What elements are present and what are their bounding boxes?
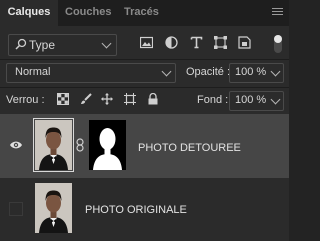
fill-input[interactable]: 100 % — [229, 91, 284, 111]
chevron-down-icon — [161, 66, 172, 77]
chevron-down-icon — [101, 38, 112, 49]
filter-toggle-switch[interactable] — [274, 35, 282, 53]
image-filter-icon[interactable] — [140, 36, 153, 49]
shape-filter-icon[interactable] — [214, 36, 227, 49]
smart-object-filter-icon[interactable] — [238, 36, 251, 49]
layer-row-photo-originale[interactable]: PHOTO ORIGINALE — [0, 178, 289, 241]
layer-name[interactable]: PHOTO ORIGINALE — [85, 204, 187, 216]
layer-row-photo-detouree[interactable]: PHOTO DETOUREE — [0, 114, 289, 178]
tab-couches[interactable]: Couches — [65, 0, 111, 26]
opacity-value: 100 % — [235, 66, 267, 78]
layer-filter-kind-select[interactable]: Type — [8, 34, 117, 56]
adjustment-filter-icon[interactable] — [165, 36, 178, 49]
panel-tab-bar: Calques Couches Tracés — [0, 0, 289, 26]
portrait-image — [35, 183, 72, 233]
lock-image-pixels-icon[interactable] — [80, 93, 92, 105]
fill-value: 100 % — [235, 94, 267, 106]
layer-mask-thumbnail[interactable] — [89, 120, 126, 170]
visibility-toggle-off[interactable] — [9, 202, 23, 216]
panel-menu-icon[interactable] — [272, 8, 283, 16]
tab-calques[interactable]: Calques — [0, 0, 58, 26]
layer-name[interactable]: PHOTO DETOUREE — [138, 142, 241, 154]
layers-panel: Calques Couches Tracés Type Normal Opaci… — [0, 0, 289, 241]
lock-position-icon[interactable] — [101, 93, 113, 105]
fill-label: Fond : — [197, 94, 229, 106]
opacity-label: Opacité : — [186, 66, 231, 78]
opacity-input[interactable]: 100 % — [229, 63, 284, 83]
type-filter-icon[interactable] — [190, 36, 203, 49]
lock-transparent-pixels-icon[interactable] — [57, 93, 69, 105]
tab-traces[interactable]: Tracés — [124, 0, 159, 26]
filter-kind-label: Type — [29, 38, 56, 52]
lock-artboard-icon[interactable] — [124, 93, 136, 105]
mask-silhouette — [93, 128, 122, 170]
chevron-down-icon[interactable] — [270, 94, 281, 105]
chevron-down-icon[interactable] — [270, 66, 281, 77]
lock-all-icon[interactable] — [147, 93, 159, 105]
lock-label: Verrou : — [6, 94, 45, 106]
search-icon — [15, 38, 27, 50]
divider — [0, 59, 289, 60]
portrait-image — [35, 120, 72, 170]
blend-mode-select[interactable]: Normal — [6, 63, 176, 83]
link-chain-icon[interactable] — [76, 138, 84, 152]
eye-icon[interactable] — [9, 140, 23, 150]
divider — [0, 87, 289, 88]
blend-mode-value: Normal — [15, 66, 51, 78]
layer-thumbnail[interactable] — [33, 118, 74, 172]
layer-thumbnail[interactable] — [35, 183, 72, 233]
